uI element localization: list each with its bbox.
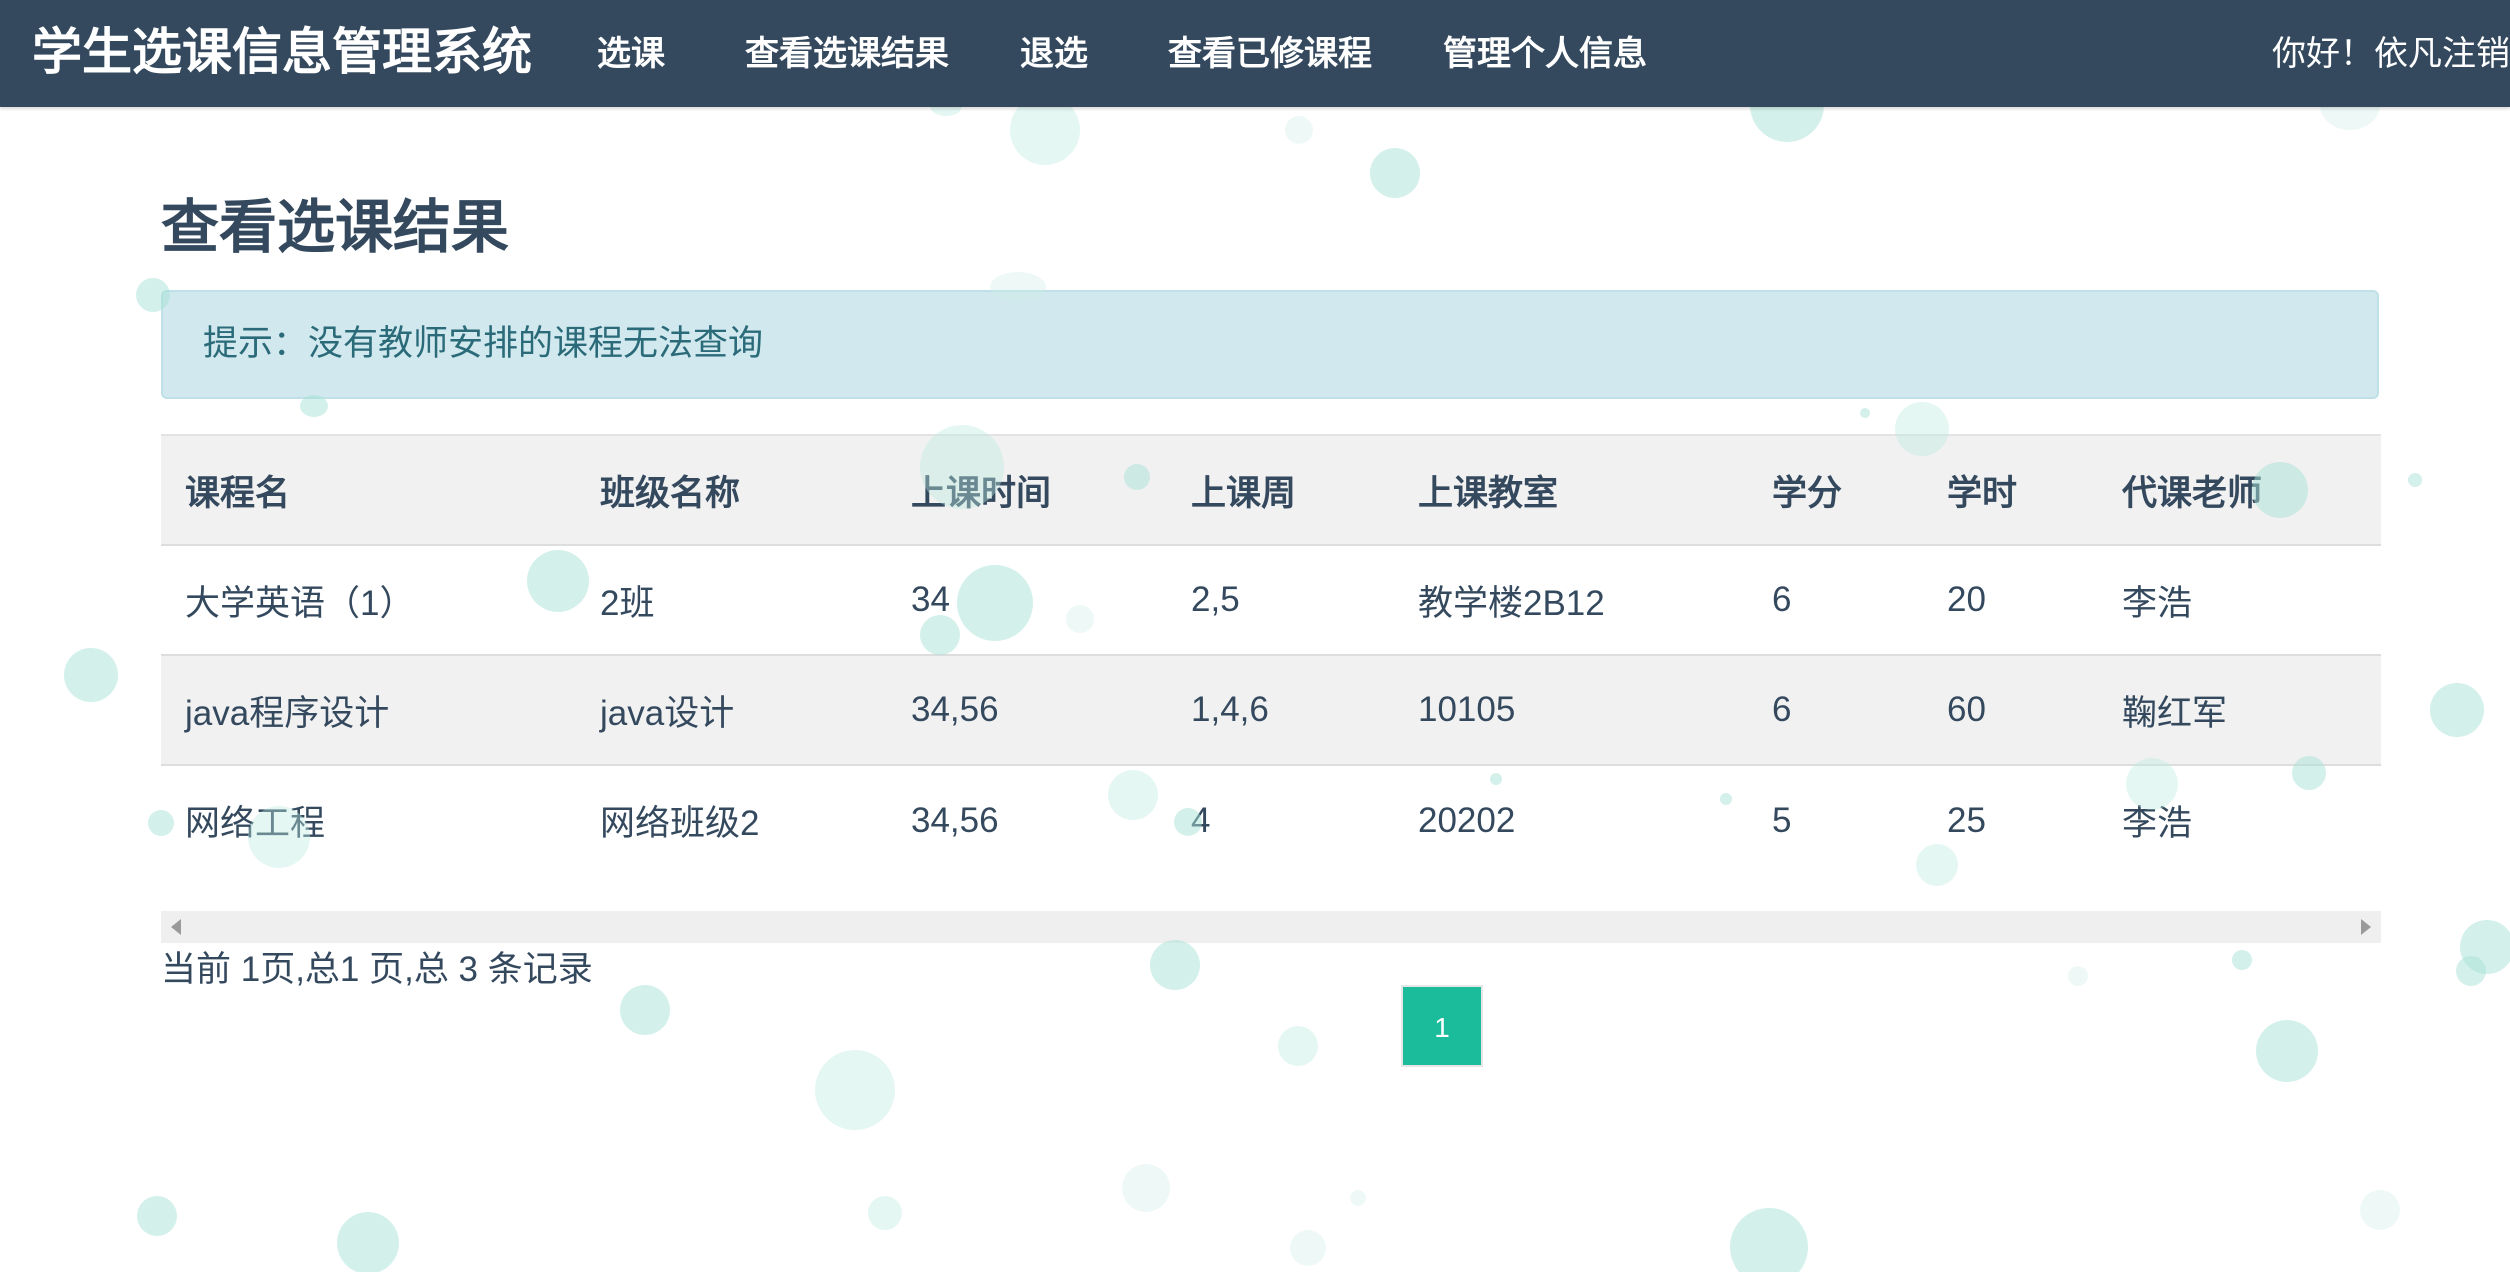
cell-course-name: java程序设计 xyxy=(185,693,390,733)
info-alert: 提示：没有教师安排的课程无法查询 xyxy=(161,290,2379,399)
pagination-info: 当前 1页,总1 页,总 3 条记录 xyxy=(161,950,593,989)
bubble xyxy=(868,1196,902,1230)
cell-classroom: 10105 xyxy=(1418,690,1516,729)
cell-classroom: 教学楼2B12 xyxy=(1418,583,1605,623)
cell-classroom: 20202 xyxy=(1418,800,1516,840)
nav-select-course[interactable]: 选课 xyxy=(597,30,665,78)
user-area: 你好！依凡注销 xyxy=(2272,30,2510,78)
bubble xyxy=(2456,956,2486,986)
bubble xyxy=(2460,920,2510,974)
bubble xyxy=(2360,1190,2400,1230)
bubble xyxy=(1860,408,1870,418)
bubble xyxy=(137,1196,177,1236)
cell-hours: 25 xyxy=(1947,800,1986,840)
cell-class-week: 1,4,6 xyxy=(1191,690,1269,729)
scroll-left-arrow-icon[interactable] xyxy=(171,919,181,935)
cell-class-week: 4 xyxy=(1191,800,1211,840)
page-1-button[interactable]: 1 xyxy=(1401,985,1483,1067)
cell-credits: 6 xyxy=(1772,580,1792,619)
header-credits: 学分 xyxy=(1772,473,1843,513)
header-class-week: 上课周 xyxy=(1191,473,1297,513)
cell-teacher: 鞠红军 xyxy=(2122,693,2228,733)
table-row: java程序设计 java设计 34,56 1,4,6 10105 6 60 鞠… xyxy=(161,655,2381,765)
table-row: 网络工程 网络班级2 34,56 4 20202 5 25 李浩 xyxy=(161,765,2381,875)
bubble xyxy=(64,648,118,702)
user-greeting: 你好！依凡 xyxy=(2272,35,2442,73)
page-title: 查看选课结果 xyxy=(161,195,510,260)
bubble xyxy=(1285,116,1313,144)
cell-class-name: java设计 xyxy=(600,693,735,733)
cell-class-time: 34,56 xyxy=(911,690,999,729)
header-class-time: 上课时间 xyxy=(911,473,1052,513)
bubble xyxy=(1730,1208,1808,1272)
bubble xyxy=(1350,1190,1366,1206)
bubble xyxy=(2068,966,2088,986)
bubble xyxy=(1278,1026,1318,1066)
nav-personal-info[interactable]: 管理个人信息 xyxy=(1443,30,1647,78)
bubble xyxy=(337,1212,399,1272)
cell-class-time: 34,56 xyxy=(911,800,999,840)
bubble xyxy=(1290,1230,1326,1266)
bubble xyxy=(2232,950,2252,970)
cell-course-name: 网络工程 xyxy=(185,804,326,843)
cell-teacher: 李浩 xyxy=(2122,583,2193,623)
horizontal-scrollbar[interactable] xyxy=(161,911,2381,943)
bubble xyxy=(1150,940,1200,990)
results-table-container: 课程名 班级名称 上课时间 上课周 上课教室 学分 学时 代课老师 大学英语（1… xyxy=(161,434,2381,875)
cell-class-time: 34 xyxy=(911,580,950,619)
header-class-name: 班级名称 xyxy=(600,473,741,513)
header-classroom: 上课教室 xyxy=(1418,473,1559,513)
bubble xyxy=(1122,1164,1170,1212)
cell-credits: 6 xyxy=(1772,690,1792,729)
scroll-right-arrow-icon[interactable] xyxy=(2361,919,2371,935)
cell-class-name: 网络班级2 xyxy=(600,804,760,843)
nav-view-selection-results[interactable]: 查看选课结果 xyxy=(745,30,949,78)
bubble xyxy=(1370,148,1420,198)
header-hours: 学时 xyxy=(1947,473,2018,513)
header-teacher: 代课老师 xyxy=(2122,473,2263,513)
table-row: 大学英语（1） 2班 34 2,5 教学楼2B12 6 20 李浩 xyxy=(161,545,2381,655)
cell-class-name: 2班 xyxy=(600,583,655,623)
bubble xyxy=(815,1050,895,1130)
logout-link[interactable]: 注销 xyxy=(2442,35,2510,73)
cell-hours: 60 xyxy=(1947,690,1986,729)
bubble xyxy=(620,985,670,1035)
cell-credits: 5 xyxy=(1772,800,1792,840)
table-header-row: 课程名 班级名称 上课时间 上课周 上课教室 学分 学时 代课老师 xyxy=(161,435,2381,545)
nav-drop-course[interactable]: 退选 xyxy=(1020,30,1088,78)
bubble xyxy=(2256,1020,2318,1082)
top-navbar: 学生选课信息管理系统 选课 查看选课结果 退选 查看已修课程 管理个人信息 你好… xyxy=(0,0,2510,107)
alert-text: 提示：没有教师安排的课程无法查询 xyxy=(203,324,764,363)
cell-hours: 20 xyxy=(1947,580,1986,619)
cell-teacher: 李浩 xyxy=(2122,804,2193,843)
cell-class-week: 2,5 xyxy=(1191,580,1240,619)
course-results-table: 课程名 班级名称 上课时间 上课周 上课教室 学分 学时 代课老师 大学英语（1… xyxy=(161,434,2381,875)
header-course-name: 课程名 xyxy=(185,473,291,513)
nav-completed-courses[interactable]: 查看已修课程 xyxy=(1168,30,1372,78)
cell-course-name: 大学英语（1） xyxy=(185,583,415,623)
bubble xyxy=(2408,473,2422,487)
app-brand[interactable]: 学生选课信息管理系统 xyxy=(32,22,532,82)
bubble xyxy=(2430,683,2484,737)
